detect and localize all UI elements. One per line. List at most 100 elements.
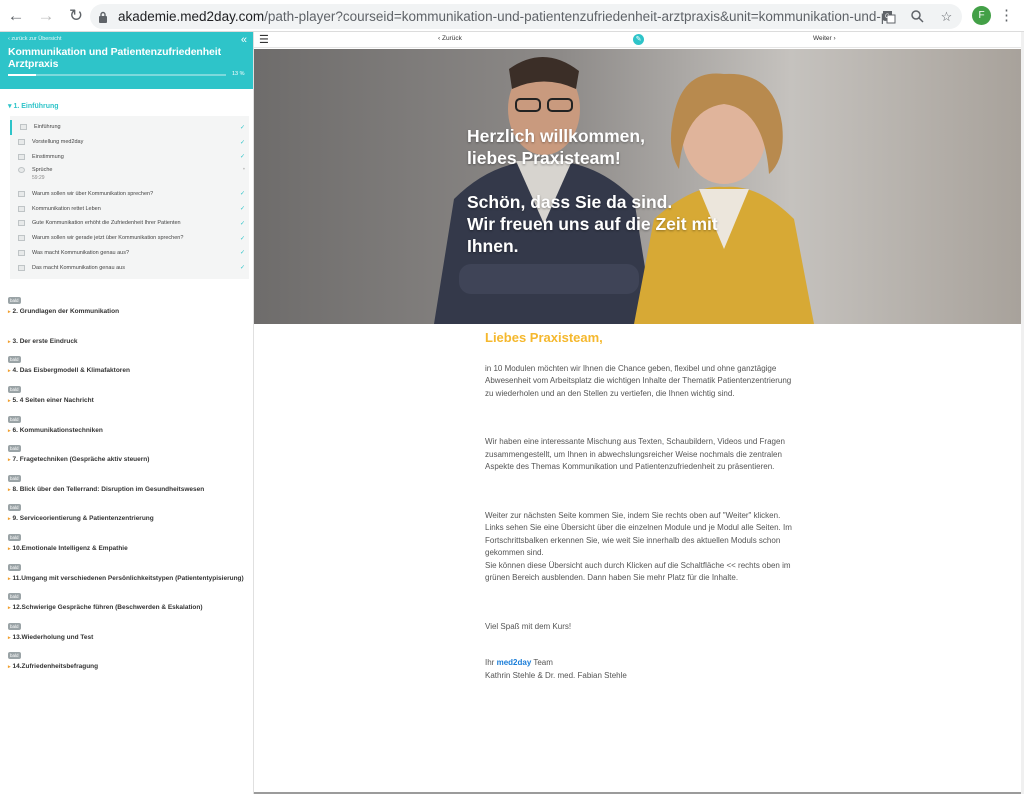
translate-icon[interactable]: G — [879, 7, 898, 26]
bullet-icon: • — [242, 167, 245, 174]
module-item[interactable]: bald ▸ 9. Serviceorientierung & Patientenz… — [0, 496, 253, 526]
reload-icon[interactable]: ↻ — [62, 2, 90, 30]
edit-icon[interactable]: ✎ — [633, 34, 644, 45]
signature-prefix: Ihr — [485, 658, 495, 667]
status-badge: bald — [8, 593, 21, 601]
lesson-item[interactable]: Warum sollen wir über Kommunikation spre… — [10, 186, 249, 201]
hero-line-3: Schön, dass Sie da sind. — [467, 192, 673, 212]
signature-names: Kathrin Stehle & Dr. med. Fabian Stehle — [485, 670, 627, 680]
page-icon — [18, 264, 25, 271]
module-item[interactable]: bald ▸ 7. Fragetechniken (Gespräche aktiv … — [0, 437, 253, 467]
lesson-label: Einstimmung — [32, 153, 64, 160]
svg-text:G: G — [885, 14, 890, 20]
lesson-label: Warum sollen wir über Kommunikation spre… — [32, 190, 154, 197]
module-item[interactable]: bald ▸ 14.Zufriedenheitsbefragung — [0, 644, 253, 674]
caret-icon: ▸ — [8, 664, 11, 671]
url-text[interactable]: akademie.med2day.com/path-player?coursei… — [118, 9, 888, 24]
letter-p3-overview: Links sehen Sie eine Übersicht über die … — [485, 523, 792, 557]
back-button[interactable]: ‹ Zurück — [438, 35, 462, 42]
module-item[interactable]: bald ▸ 13.Wiederholung und Test — [0, 615, 253, 645]
caret-icon: ▸ — [8, 545, 11, 552]
hero-heading: Herzlich willkommen, liebes Praxisteam! S… — [467, 125, 718, 279]
letter-p3-next: Weiter zur nächsten Seite kommen Sie, in… — [485, 510, 781, 520]
status-badge: bald — [8, 652, 21, 660]
hamburger-menu-icon[interactable]: ☰ — [259, 34, 269, 46]
course-title: Kommunikation und Patientenzufriedenheit… — [8, 46, 222, 70]
check-icon: ✓ — [239, 191, 245, 198]
zoom-icon[interactable] — [908, 7, 927, 26]
caret-icon: ▸ — [8, 575, 11, 582]
progress-fill — [8, 74, 37, 76]
letter-p3-hide: Sie können diese Übersicht auch durch Kl… — [485, 560, 791, 583]
module-item[interactable]: bald ▸ 8. Blick über den Tellerrand: Disru… — [0, 467, 253, 497]
check-icon: ✓ — [239, 265, 245, 272]
caret-icon: ▸ — [8, 309, 11, 316]
page-icon — [18, 220, 25, 227]
letter-greeting: Liebes Praxisteam, — [485, 330, 603, 345]
module-item[interactable]: ▸ 3. Der erste Eindruck — [0, 319, 253, 349]
main-content: ☰ ‹ Zurück ✎ Weiter › Herzlich willkomme… — [254, 32, 1021, 794]
module-title: 5. 4 Seiten einer Nachricht — [12, 396, 94, 404]
module-title: 14.Zufriedenheitsbefragung — [12, 663, 99, 671]
profile-avatar[interactable]: F — [972, 6, 991, 25]
lesson-item[interactable]: Vorstellung med2day ✓ — [10, 135, 249, 150]
lesson-item[interactable]: Gute Kommunikation erhöht die Zufriedenh… — [10, 216, 249, 231]
check-icon: ✓ — [239, 206, 245, 213]
forward-arrow-icon[interactable]: → — [32, 2, 60, 30]
module-item[interactable]: bald ▸ 5. 4 Seiten einer Nachricht — [0, 378, 253, 408]
status-badge: bald — [8, 385, 21, 393]
module-title: 10.Emotionale Intelligenz & Empathie — [12, 544, 128, 552]
module-item[interactable]: bald ▸ 10.Emotionale Intelligenz & Empathi… — [0, 526, 253, 556]
module-title: 7. Fragetechniken (Gespräche aktiv steue… — [12, 456, 150, 464]
lesson-label: Das macht Kommunikation genau aus — [32, 264, 125, 271]
star-icon[interactable]: ☆ — [937, 7, 956, 26]
address-bar[interactable]: akademie.med2day.com/path-player?coursei… — [90, 4, 962, 29]
welcome-letter: Liebes Praxisteam, in 10 Modulen möchten… — [485, 330, 797, 706]
back-arrow-icon[interactable]: ← — [2, 2, 30, 30]
video-icon — [18, 167, 25, 174]
module-item[interactable]: bald ▸ 11.Umgang mit verschiedenen Persönl… — [0, 556, 253, 586]
lesson-item[interactable]: Einführung ✓ — [10, 120, 249, 135]
browser-toolbar: ← → ↻ akademie.med2day.com/path-player?c… — [0, 0, 1024, 32]
lesson-item[interactable]: Einstimmung ✓ — [10, 150, 249, 165]
hero-line-2: liebes Praxisteam! — [467, 148, 621, 168]
course-sidebar: ‹ zurück zur Übersicht « Kommunikation u… — [0, 32, 254, 794]
caret-icon: ▸ — [8, 457, 11, 464]
progress-bar — [8, 74, 226, 76]
back-to-overview-link[interactable]: ‹ zurück zur Übersicht — [8, 36, 245, 42]
module-active[interactable]: ▾ 1. Einführung — [0, 89, 253, 116]
caret-icon: ▸ — [8, 338, 11, 345]
check-icon: ✓ — [239, 235, 245, 242]
collapse-sidebar-icon[interactable]: « — [241, 34, 247, 46]
lesson-item[interactable]: Kommunikation rettet Leben ✓ — [10, 201, 249, 216]
check-icon: ✓ — [239, 154, 245, 161]
module-item[interactable]: bald ▸ 4. Das Eisbergmodell & Klimafaktore… — [0, 348, 253, 378]
lesson-list: Einführung ✓ Vorstellung med2day ✓ Einstimmu… — [10, 116, 249, 280]
page-icon — [18, 205, 25, 212]
page-icon — [18, 249, 25, 256]
letter-closing: Viel Spaß mit dem Kurs! — [485, 621, 572, 631]
status-badge: bald — [8, 533, 21, 541]
lesson-item[interactable]: Das macht Kommunikation genau aus ✓ — [10, 260, 249, 275]
next-button[interactable]: Weiter › — [813, 35, 836, 42]
letter-paragraph-2: Wir haben eine interessante Mischung aus… — [485, 437, 785, 471]
module-item[interactable]: bald ▸ 12.Schwierige Gespräche führen (Bes… — [0, 585, 253, 615]
caret-icon: ▸ — [8, 397, 11, 404]
module-title[interactable]: 1. Einführung — [13, 103, 58, 110]
lesson-item[interactable]: Sprüche 59:29 • — [10, 164, 249, 186]
module-item[interactable]: bald ▸ 6. Kommunikationstechniken — [0, 408, 253, 438]
menu-dots-icon[interactable]: ⋮ — [999, 7, 1014, 25]
lesson-label: Warum sollen wir gerade jetzt über Kommu… — [32, 235, 184, 242]
page-icon — [18, 190, 25, 197]
module-item[interactable]: bald ▸ 2. Grundlagen der Kommunikation — [0, 289, 253, 319]
check-icon: ✓ — [239, 139, 245, 146]
status-badge: bald — [8, 622, 21, 630]
lesson-item[interactable]: Was macht Kommunikation genau aus? ✓ — [10, 246, 249, 261]
lock-icon[interactable] — [96, 10, 110, 24]
caret-icon: ▾ — [8, 103, 12, 110]
lesson-item[interactable]: Warum sollen wir gerade jetzt über Kommu… — [10, 231, 249, 246]
module-title: 2. Grundlagen der Kommunikation — [12, 308, 120, 316]
lesson-duration: 59:29 — [32, 175, 45, 182]
status-badge: bald — [8, 415, 21, 423]
letter-paragraph-3: Weiter zur nächsten Seite kommen Sie, in… — [485, 510, 797, 585]
